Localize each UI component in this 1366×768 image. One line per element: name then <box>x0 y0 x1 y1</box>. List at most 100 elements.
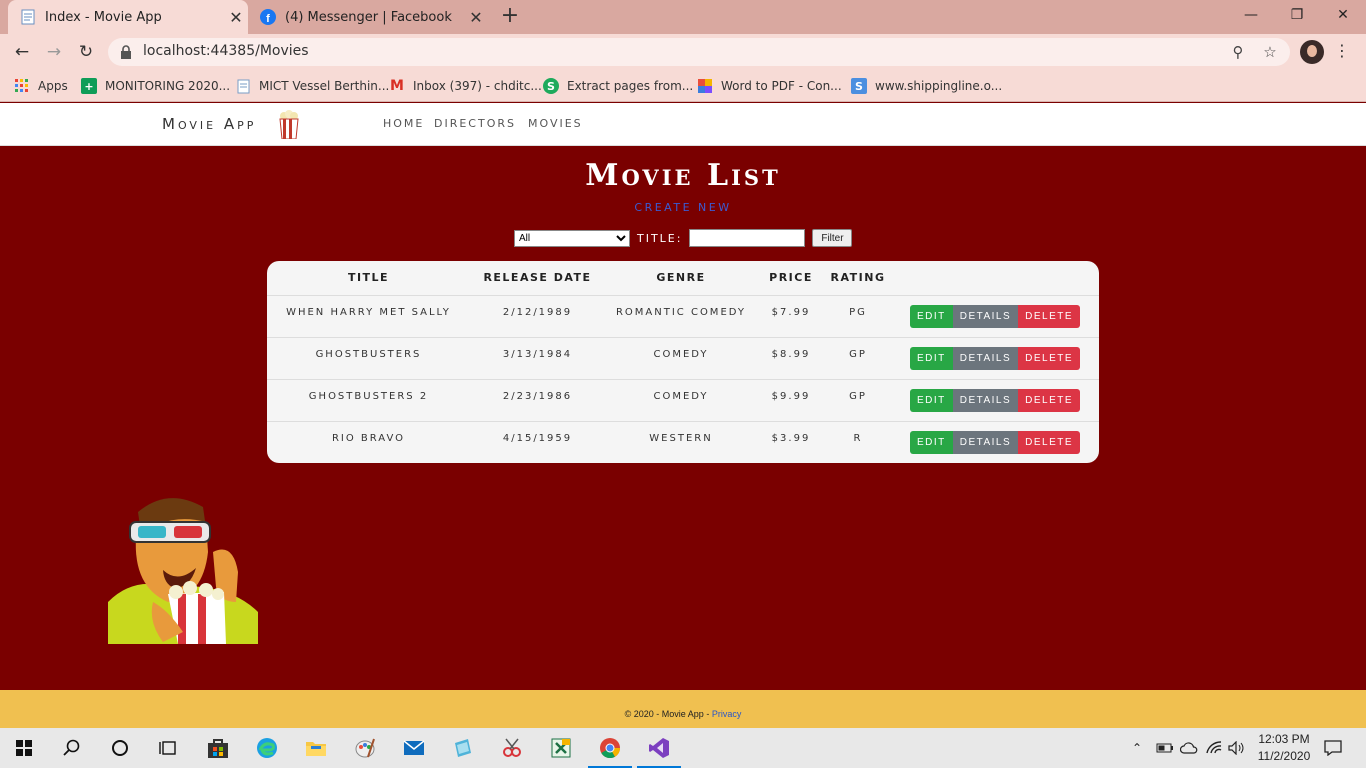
site-header: Movie App Home Directors Movies <box>0 103 1366 146</box>
page-icon <box>20 9 36 25</box>
bookmark-label: MONITORING 2020... <box>105 79 231 93</box>
edge-icon[interactable] <box>243 728 291 768</box>
cortana-icon[interactable] <box>96 728 144 768</box>
browser-tabstrip: Index - Movie App ✕ f (4) Messenger | Fa… <box>0 0 1366 34</box>
task-view-icon[interactable] <box>144 728 192 768</box>
volume-icon[interactable] <box>1228 728 1246 768</box>
visual-studio-icon[interactable] <box>635 728 683 768</box>
store-icon[interactable] <box>194 728 242 768</box>
copyright-text: © 2020 - Movie App - <box>624 709 710 719</box>
movie-table: Title Release Date Genre Price Rating Wh… <box>267 261 1099 463</box>
bookmark-word-to-pdf[interactable]: Word to PDF - Con... <box>697 76 842 96</box>
table-row: Rio Bravo 4/15/1959 Western $3.99 R Edit… <box>267 420 1099 463</box>
delete-button[interactable]: Delete <box>1018 346 1081 370</box>
cell-title: Ghostbusters 2 <box>267 378 470 421</box>
nav-movies[interactable]: Movies <box>528 117 583 130</box>
profile-avatar[interactable] <box>1300 40 1324 64</box>
bookmark-apps[interactable]: Apps <box>14 76 68 96</box>
bookmark-label: Inbox (397) - chditc... <box>413 79 542 93</box>
clock-date: 11/2/2020 <box>1257 749 1311 763</box>
cell-genre: Romantic Comedy <box>615 306 747 318</box>
cloud-icon[interactable] <box>1180 728 1198 768</box>
movie-fan-illustration <box>108 492 258 644</box>
create-new-link[interactable]: Create New <box>0 201 1366 214</box>
bookmark-star-icon[interactable]: ☆ <box>1260 42 1280 62</box>
app-icon[interactable] <box>439 728 487 768</box>
delete-button[interactable]: Delete <box>1018 430 1081 454</box>
show-hidden-icons[interactable]: ⌃ <box>1132 728 1142 768</box>
table-row: When Harry Met Sally 2/12/1989 Romantic … <box>267 295 1099 337</box>
cell-title: Rio Bravo <box>267 420 470 463</box>
brand-name[interactable]: Movie App <box>162 115 256 133</box>
cell-genre: Comedy <box>605 378 757 421</box>
tab-movie-app[interactable]: Index - Movie App ✕ <box>8 0 248 34</box>
filter-button[interactable]: Filter <box>812 229 853 247</box>
table-row: Ghostbusters 3/13/1984 Comedy $8.99 GP E… <box>267 336 1099 379</box>
edit-button[interactable]: Edit <box>909 304 953 328</box>
tab-messenger[interactable]: f (4) Messenger | Facebook ✕ <box>248 0 488 34</box>
start-icon[interactable] <box>0 728 48 768</box>
back-icon[interactable]: ← <box>10 40 34 64</box>
tab-title: Index - Movie App <box>45 9 162 25</box>
excel-icon[interactable] <box>537 728 585 768</box>
taskbar-clock[interactable]: 12:03 PM 11/2/2020 <box>1254 731 1314 765</box>
ilovepdf-icon <box>697 78 713 94</box>
page-icon <box>235 78 251 94</box>
details-button[interactable]: Details <box>952 346 1019 370</box>
nav-home[interactable]: Home <box>383 117 424 130</box>
address-bar[interactable]: localhost:44385/Movies ⚲ ☆ <box>108 38 1290 66</box>
restore-icon[interactable]: ❐ <box>1274 0 1320 32</box>
genre-select[interactable]: All <box>514 229 630 247</box>
details-button[interactable]: Details <box>952 388 1019 412</box>
details-button[interactable]: Details <box>952 304 1019 328</box>
col-actions <box>891 261 1099 296</box>
forward-icon[interactable]: → <box>42 40 66 64</box>
edit-button[interactable]: Edit <box>909 346 953 370</box>
chrome-icon[interactable] <box>586 728 634 768</box>
col-release-date: Release Date <box>470 261 605 296</box>
bookmark-monitoring[interactable]: + MONITORING 2020... <box>81 76 230 96</box>
cell-release-date: 2/12/1989 <box>502 306 573 318</box>
cell-rating: R <box>825 420 891 463</box>
delete-button[interactable]: Delete <box>1018 388 1081 412</box>
cell-rating: GP <box>825 336 891 379</box>
edit-button[interactable]: Edit <box>909 430 953 454</box>
nav-directors[interactable]: Directors <box>434 117 516 130</box>
table-row: Ghostbusters 2 2/23/1986 Comedy $9.99 GP… <box>267 378 1099 421</box>
close-window-icon[interactable]: ✕ <box>1320 0 1366 32</box>
reload-icon[interactable]: ↻ <box>74 40 98 64</box>
bookmark-extract[interactable]: S Extract pages from... <box>543 76 693 96</box>
battery-icon[interactable] <box>1156 728 1174 768</box>
menu-dots-icon[interactable]: ⋮ <box>1334 40 1350 64</box>
search-icon[interactable] <box>48 728 96 768</box>
bookmark-shippingline[interactable]: S www.shippingline.o... <box>851 76 1002 96</box>
paint-icon[interactable] <box>341 728 389 768</box>
col-genre: Genre <box>605 261 757 296</box>
new-tab-button[interactable]: + <box>497 4 523 30</box>
snipping-icon[interactable] <box>488 728 536 768</box>
mail-icon[interactable] <box>390 728 438 768</box>
bookmark-label: www.shippingline.o... <box>875 79 1003 93</box>
bookmark-inbox[interactable]: M Inbox (397) - chditc... <box>389 76 542 96</box>
close-tab-icon[interactable]: ✕ <box>224 8 248 27</box>
close-tab-icon[interactable]: ✕ <box>464 8 488 27</box>
minimize-icon[interactable]: — <box>1228 0 1274 32</box>
cell-actions: Edit Details Delete <box>891 420 1099 463</box>
svg-text:f: f <box>266 13 270 25</box>
browser-toolbar: ← → ↻ localhost:44385/Movies ⚲ ☆ <box>0 34 1366 70</box>
privacy-link[interactable]: Privacy <box>712 709 742 719</box>
details-button[interactable]: Details <box>952 430 1019 454</box>
cell-title: When Harry Met Sally <box>286 306 451 318</box>
url-text[interactable]: localhost:44385/Movies <box>143 43 309 59</box>
title-filter-label: Title: <box>637 231 683 245</box>
delete-button[interactable]: Delete <box>1018 304 1081 328</box>
zoom-icon[interactable]: ⚲ <box>1228 42 1248 62</box>
lock-icon[interactable] <box>120 44 132 59</box>
title-filter-input[interactable] <box>689 229 806 247</box>
wifi-icon[interactable] <box>1206 728 1222 768</box>
edit-button[interactable]: Edit <box>909 388 953 412</box>
bookmark-mict[interactable]: MICT Vessel Berthin... <box>235 76 389 96</box>
file-explorer-icon[interactable] <box>292 728 340 768</box>
bookmark-label: MICT Vessel Berthin... <box>259 79 390 93</box>
notifications-icon[interactable] <box>1324 728 1342 768</box>
